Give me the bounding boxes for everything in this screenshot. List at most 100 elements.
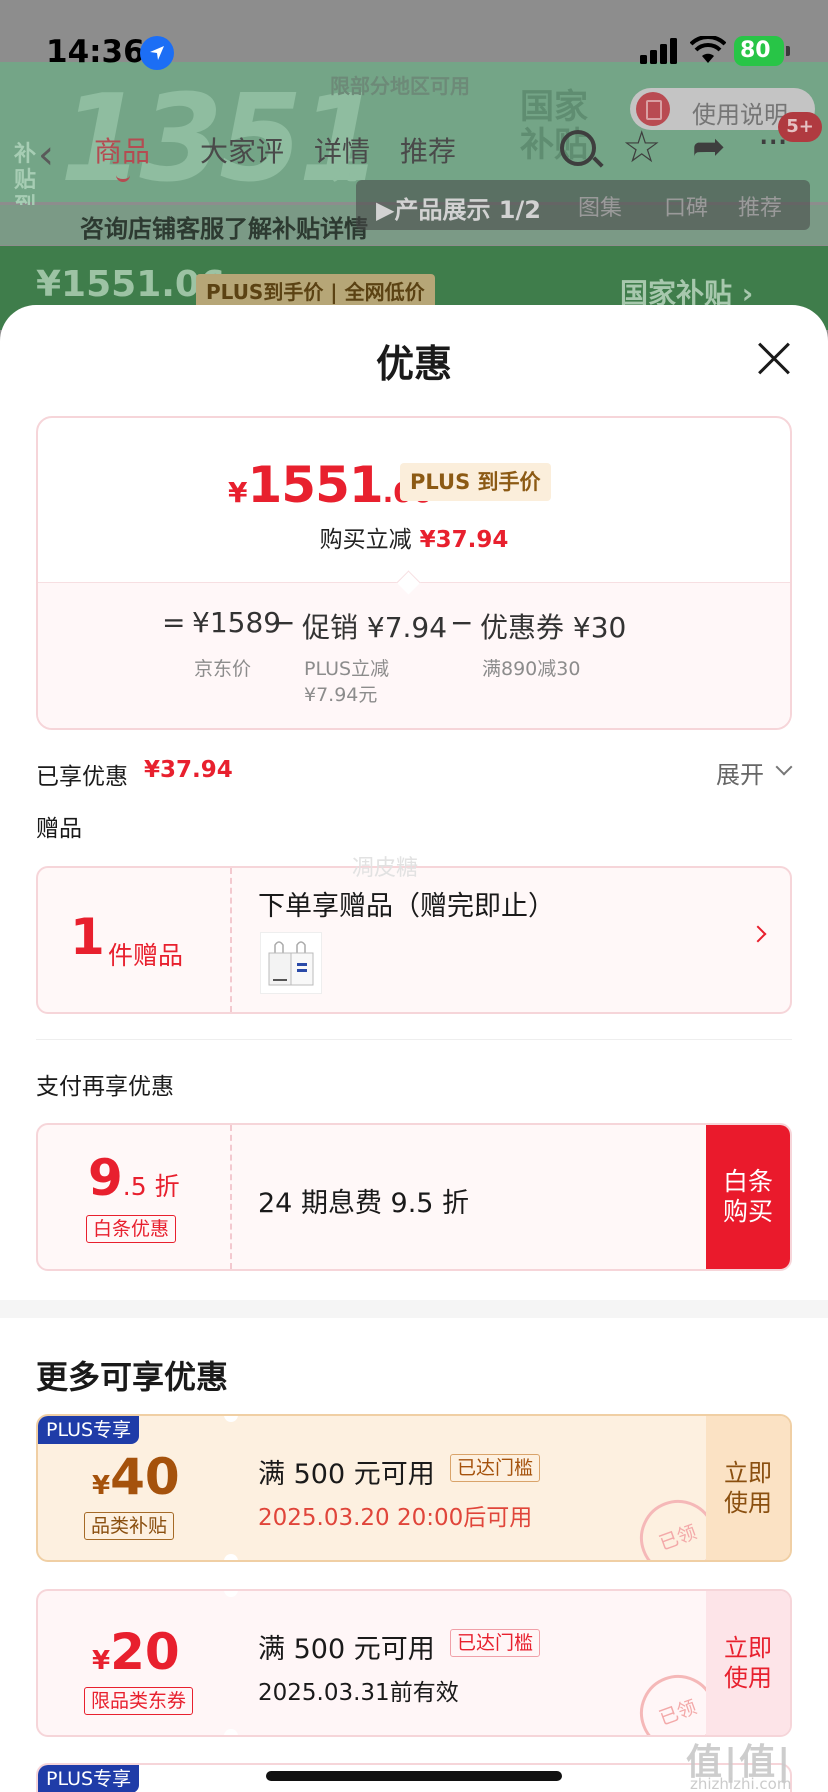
coupon-currency: ¥ [92,1471,111,1501]
status-time: 14:36 [46,34,145,70]
coupon-value: 优惠券 ¥30 [480,611,627,644]
close-icon[interactable] [756,341,792,377]
tab-recommend[interactable]: 推荐 [400,130,456,170]
coupon-notch [224,1765,238,1771]
plus-exclusive-tag: PLUS专享 [38,1416,140,1444]
baitiao-buy-label: 白条 购买 [722,1167,773,1226]
site-url: zhizhizhi.com [690,1775,792,1792]
coupon-value: 40 [110,1448,180,1506]
baitiao-card[interactable]: 9.5 折 白条优惠 24 期息费 9.5 折 白条 购买 [36,1123,792,1271]
product-tabs: ‹ 商品 大家评 详情 推荐 ☆ ➦ ··· 5+ [0,112,828,182]
baitiao-discount-dec: .5 折 [122,1172,180,1201]
region-note: 限部分地区可用 [330,74,470,98]
final-price-currency: ¥ [228,476,248,509]
media-tab-showcase[interactable]: ▶产品展示 1/2 [376,190,541,225]
use-now-label: 立即 使用 [724,1634,772,1692]
coupon-currency: ¥ [92,1646,111,1676]
user-watermark: 凋皮糖 [352,856,419,881]
plus-price-tag: PLUS 到手价 [400,463,551,501]
location-icon [140,36,174,70]
tab-product[interactable]: 商品 [94,130,150,182]
tab-reviews[interactable]: 大家评 [200,130,284,170]
more-offers-title: 更多可享优惠 [36,1358,229,1396]
saved-amount: ¥37.94 [144,757,233,783]
coupon-condition: 满 500 元可用 [258,1634,435,1665]
pay-section-label: 支付再享优惠 [36,1074,174,1100]
media-switcher: ▶产品展示 1/2 图集 口碑 推荐 [356,180,810,230]
coupon-notch [224,1729,238,1735]
media-tab-reputation[interactable]: 口碑 [664,190,708,222]
coupon-value: 20 [110,1623,180,1681]
use-now-button[interactable]: 立即 使用 [706,1591,790,1735]
baitiao-discount-int: 9 [88,1149,123,1207]
coupon-notch [224,1591,238,1597]
card-divider [230,868,232,1012]
favorite-star-icon[interactable]: ☆ [622,122,661,173]
coupon-label: 满890减30 [482,658,581,680]
expand-button[interactable]: 展开 [716,755,764,790]
minus-sign: − [272,606,296,639]
message-badge: 5+ [778,112,822,142]
coupon-amount: ¥40 [92,1448,180,1506]
battery-tip [786,46,790,56]
instant-reduce: 购买立减 ¥37.94 [38,520,790,554]
card-divider [230,1125,232,1269]
media-tab-recommend[interactable]: 推荐 [738,190,782,222]
breakdown-area [38,582,790,728]
baitiao-desc: 24 期息费 9.5 折 [258,1188,470,1219]
gift-bag-image [260,932,322,994]
coupon-notch [224,1554,238,1560]
promo-label: PLUS立减 ¥7.94元 [304,658,390,706]
section-divider [36,1039,792,1040]
gift-unit: 件赠品 [108,941,184,970]
coupon-card[interactable]: PLUS专享 ¥40 品类补贴 满 500 元可用 已达门槛 2025.03.2… [36,1414,792,1562]
price-breakdown-card: ¥1551.06 PLUS 到手价 购买立减¥37.94 = ¥1589 京东价… [36,416,792,730]
plus-exclusive-tag: PLUS专享 [38,1765,140,1792]
final-price-int: 1551 [247,456,383,514]
baitiao-tag: 白条优惠 [86,1215,177,1243]
signal-icon [640,38,677,64]
tab-details[interactable]: 详情 [314,130,370,170]
battery-indicator: 80 [734,36,784,66]
coupon-notch [224,1416,238,1422]
equals-sign: = [162,606,186,639]
instant-reduce-amount: ¥37.94 [419,527,509,553]
share-icon[interactable]: ➦ [692,124,726,170]
coupon-type-tag: 品类补贴 [84,1512,175,1540]
gift-title: 下单享赠品（赠完即止） [258,891,555,922]
media-tab-gallery[interactable]: 图集 [578,190,622,222]
use-now-label: 立即 使用 [724,1459,772,1517]
search-icon[interactable] [560,130,596,166]
wifi-icon [690,36,726,63]
chevron-right-icon[interactable] [749,925,767,943]
jd-price-label: 京东价 [194,658,252,680]
jd-price-value: ¥1589 [192,606,282,639]
coupon-amount: ¥20 [92,1623,180,1681]
threshold-reached-tag: 已达门槛 [450,1629,541,1657]
use-now-button[interactable]: 立即 使用 [706,1416,790,1560]
background-product-page: 1351 元 补贴到手 限部分地区可用 国家补贴 使用说明 ‹ 商品 大家评 详… [0,0,828,330]
coupon-type-tag: 限品类东券 [84,1687,194,1715]
coupon-card[interactable]: ¥20 限品类东券 满 500 元可用 已达门槛 2025.03.31前有效 已… [36,1589,792,1737]
coupon-condition: 满 500 元可用 [258,1459,435,1490]
back-icon[interactable]: ‹ [38,132,54,178]
instant-reduce-label: 购买立减 [319,527,412,553]
consult-text: 咨询店铺客服了解补贴详情 [80,215,368,243]
sheet-title: 优惠 [375,342,452,386]
gift-card[interactable]: 1 件赠品 下单享赠品（赠完即止） [36,866,792,1014]
discount-sheet: 优惠 ¥1551.06 PLUS 到手价 购买立减¥37.94 = ¥1589 … [0,305,828,1792]
home-indicator[interactable] [266,1771,562,1781]
minus-sign: − [450,606,474,639]
promo-value: 促销 ¥7.94 [302,611,448,644]
baitiao-discount: 9.5 折 [88,1149,180,1207]
gift-section-label: 赠品 [36,816,82,842]
battery-level: 80 [740,38,771,63]
threshold-reached-tag: 已达门槛 [450,1454,541,1482]
coupon-validity: 2025.03.31前有效 [258,1680,459,1706]
baitiao-buy-button[interactable]: 白条 购买 [706,1125,790,1269]
coupon-validity: 2025.03.20 20:00后可用 [258,1505,533,1531]
saved-label: 已享优惠 [36,764,128,790]
gift-count: 1 [70,908,105,966]
chevron-down-icon[interactable] [775,758,793,776]
section-gap [0,1300,828,1318]
